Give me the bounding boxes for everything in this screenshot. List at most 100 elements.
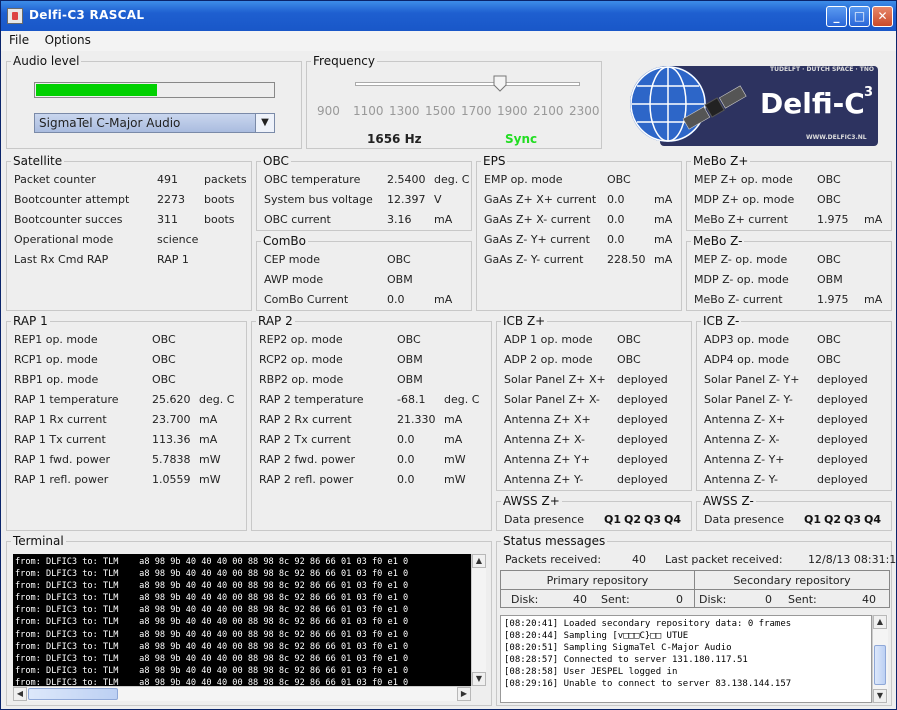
icb-zp-row-value: deployed xyxy=(617,393,668,406)
primary-disk-label: Disk: xyxy=(511,593,539,606)
terminal-line: from: DLFIC3 to: TLM a8 98 9b 40 40 40 0… xyxy=(15,641,409,652)
scroll-down-icon[interactable]: ▼ xyxy=(472,672,486,686)
icb-zm-row-value: deployed xyxy=(817,453,868,466)
status-log-line: [08:28:58] User JESPEL logged in xyxy=(504,667,678,677)
secondary-disk-label: Disk: xyxy=(699,593,727,606)
rap1-panel: RAP 1 REP1 op. mode OBC RCP1 op. mode OBC RB… xyxy=(6,314,247,531)
rap2-row-value: 0.0 xyxy=(397,433,415,446)
combo-row-label: CEP mode xyxy=(264,253,320,266)
rap1-row-value: 1.0559 xyxy=(152,473,191,486)
rap1-row-label: RAP 1 refl. power xyxy=(14,473,109,486)
menu-bar: File Options xyxy=(1,31,896,51)
terminal-line: from: DLFIC3 to: TLM a8 98 9b 40 40 40 0… xyxy=(15,677,409,686)
terminal-hscroll-thumb[interactable] xyxy=(28,688,118,700)
chevron-down-icon[interactable]: ▼ xyxy=(255,114,274,132)
terminal-line: from: DLFIC3 to: TLM a8 98 9b 40 40 40 0… xyxy=(15,581,409,592)
scroll-left-icon[interactable]: ◀ xyxy=(13,687,27,701)
icb-zm-row-value: OBC xyxy=(817,333,841,346)
sync-status: Sync xyxy=(505,132,538,146)
satellite-row-label: Operational mode xyxy=(14,233,114,246)
frequency-slider-track[interactable] xyxy=(355,82,580,86)
maximize-button[interactable]: □ xyxy=(849,6,870,27)
scroll-down-icon[interactable]: ▼ xyxy=(873,689,887,703)
rap2-row-label: RAP 2 refl. power xyxy=(259,473,354,486)
status-log[interactable]: [08:20:41] Loaded secondary repository d… xyxy=(500,615,872,703)
scroll-up-icon[interactable]: ▲ xyxy=(873,615,887,629)
rap1-row-value: 25.620 xyxy=(152,393,191,406)
minimize-button[interactable]: _ xyxy=(826,6,847,27)
close-button[interactable]: ✕ xyxy=(872,6,893,27)
eps-row-label: GaAs Z+ X- current xyxy=(484,213,591,226)
rap2-row-unit: mW xyxy=(444,453,466,466)
status-vscrollbar[interactable]: ▲ ▼ xyxy=(872,615,888,703)
icb-zp-row-label: Antenna Z+ X- xyxy=(504,433,585,446)
mebo-zp-row-label: MeBo Z+ current xyxy=(694,213,788,226)
title-bar[interactable]: Delfi-C3 RASCAL _ □ ✕ xyxy=(1,1,896,31)
rap1-row-label: RCP1 op. mode xyxy=(14,353,98,366)
last-packet-label: Last packet received: xyxy=(665,553,783,566)
rap1-row-label: REP1 op. mode xyxy=(14,333,98,346)
combo-row-value: OBM xyxy=(387,273,413,286)
frequency-tick-label: 2100 xyxy=(533,104,564,118)
delfi-c3-logo: TUDELFT · DUTCH SPACE · TNO Delfi-C 3 WW… xyxy=(628,61,880,149)
icb-zp-row-value: deployed xyxy=(617,453,668,466)
scroll-up-icon[interactable]: ▲ xyxy=(472,554,486,568)
menu-file[interactable]: File xyxy=(1,31,33,47)
primary-sent-value: 0 xyxy=(676,593,683,606)
audio-device-select[interactable]: SigmaTel C-Major Audio ▼ xyxy=(34,113,275,133)
awss-zm-q1: Q1 xyxy=(804,513,822,526)
last-packet-value: 12/8/13 08:31:14 xyxy=(808,553,897,566)
rap2-row-unit: mA xyxy=(444,413,463,426)
rap2-row-value: OBM xyxy=(397,353,423,366)
satellite-row-label: Last Rx Cmd RAP xyxy=(14,253,109,266)
terminal-hscrollbar[interactable]: ◀ ▶ xyxy=(13,686,471,701)
icb-zm-row-label: Antenna Z- X+ xyxy=(704,413,786,426)
status-title: Status messages xyxy=(501,534,608,548)
primary-sent-label: Sent: xyxy=(601,593,630,606)
terminal-vscrollbar[interactable]: ▲ ▼ xyxy=(471,554,486,686)
awss-zm-q3: Q3 xyxy=(844,513,862,526)
awss-zp-q4: Q4 xyxy=(664,513,682,526)
secondary-sent-label: Sent: xyxy=(788,593,817,606)
rap1-row-label: RAP 1 temperature xyxy=(14,393,119,406)
secondary-sent-value: 40 xyxy=(862,593,876,606)
status-scroll-thumb[interactable] xyxy=(874,645,886,685)
status-log-line: [08:28:57] Connected to server 131.180.1… xyxy=(504,655,748,665)
frequency-slider-thumb[interactable] xyxy=(493,75,507,92)
satellite-row-label: Bootcounter succes xyxy=(14,213,123,226)
icb-zp-row-value: deployed xyxy=(617,473,668,486)
satellite-row-label: Packet counter xyxy=(14,173,96,186)
eps-row-unit: mA xyxy=(654,253,673,266)
audio-device-label: SigmaTel C-Major Audio xyxy=(39,116,181,130)
secondary-disk-value: 0 xyxy=(765,593,772,606)
obc-panel: OBC OBC temperature 2.5400 deg. C System bu… xyxy=(256,154,472,231)
eps-panel: EPS EMP op. mode OBC GaAs Z+ X+ current 0.0… xyxy=(476,154,682,311)
rap1-title: RAP 1 xyxy=(11,314,50,328)
satellite-row-value: science xyxy=(157,233,199,246)
frequency-panel: Frequency 900 1100 1300 1500 1700 1900 2100 230… xyxy=(306,54,602,149)
terminal-line: from: DLFIC3 to: TLM a8 98 9b 40 40 40 0… xyxy=(15,665,409,676)
audio-level-meter xyxy=(34,82,275,98)
icb-zp-row-label: Solar Panel Z+ X+ xyxy=(504,373,606,386)
eps-row-value: 228.50 xyxy=(607,253,646,266)
combo-row-label: ComBo Current xyxy=(264,293,349,306)
icb-zm-row-label: Antenna Z- Y- xyxy=(704,473,778,486)
satellite-row-value: 2273 xyxy=(157,193,185,206)
primary-repository-box: Primary repository Disk: 40 Sent: 0 xyxy=(500,570,695,608)
scroll-right-icon[interactable]: ▶ xyxy=(457,687,471,701)
combo-title: ComBo xyxy=(261,234,308,248)
rap2-panel: RAP 2 REP2 op. mode OBC RCP2 op. mode OBM RB… xyxy=(251,314,492,531)
mebo-zp-panel: MeBo Z+ MEP Z+ op. mode OBC MDP Z+ op. mod… xyxy=(686,154,892,231)
menu-options[interactable]: Options xyxy=(37,31,95,47)
mebo-zm-row-value: OBC xyxy=(817,253,841,266)
terminal-output[interactable]: from: DLFIC3 to: TLM a8 98 9b 40 40 40 0… xyxy=(13,554,471,686)
icb-zm-row-value: deployed xyxy=(817,473,868,486)
awss-zm-q2: Q2 xyxy=(824,513,842,526)
rap1-row-value: OBC xyxy=(152,333,176,346)
audio-level-fill xyxy=(36,84,157,96)
rap1-row-unit: mW xyxy=(199,453,221,466)
satellite-row-unit: boots xyxy=(204,213,235,226)
mebo-zm-row-unit: mA xyxy=(864,293,883,306)
awss-zm-label: Data presence xyxy=(704,513,785,526)
mebo-zm-row-label: MeBo Z- current xyxy=(694,293,783,306)
